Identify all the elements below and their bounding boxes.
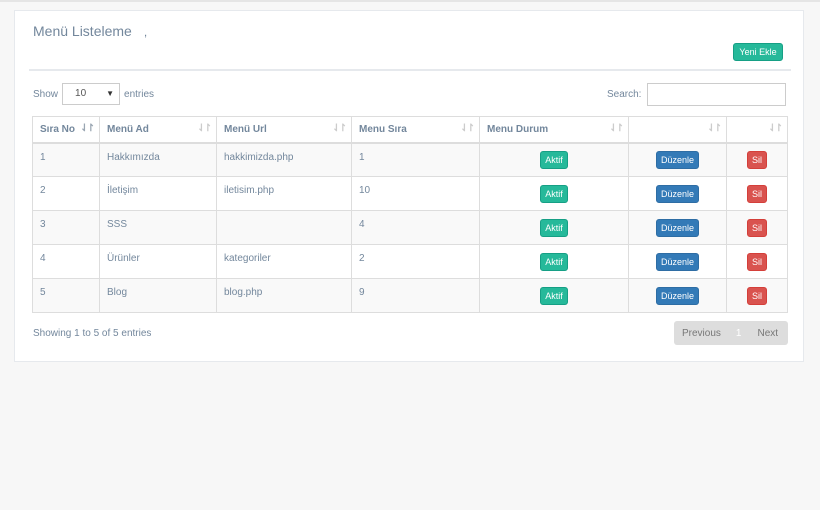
- next-page-button[interactable]: Next: [757, 328, 778, 339]
- table-row: 5 Blog blog.php 9 Aktif Düzenle Sil: [32, 278, 788, 313]
- page-number-button[interactable]: 1: [736, 328, 742, 339]
- edit-button[interactable]: Düzenle: [655, 286, 700, 305]
- pagination: Previous 1 Next: [674, 321, 788, 345]
- table-row: 2 İletişim iletisim.php 10 Aktif Düzenle…: [32, 176, 788, 211]
- table-row: 4 Ürünler kategoriler 2 Aktif Düzenle Si…: [32, 244, 788, 279]
- edit-button[interactable]: Düzenle: [655, 218, 700, 237]
- status-button[interactable]: Aktif: [540, 150, 568, 169]
- top-border: [0, 0, 820, 2]
- delete-button[interactable]: Sil: [746, 218, 767, 237]
- row-no: 1: [40, 151, 46, 163]
- sort-arrows-icon: ⇃↾: [609, 123, 624, 134]
- edit-button[interactable]: Düzenle: [655, 150, 700, 169]
- table-row: 1 Hakkımızda hakkimizda.php 1 Aktif Düze…: [32, 142, 788, 177]
- status-button[interactable]: Aktif: [540, 184, 568, 203]
- row-name: Blog: [107, 287, 128, 298]
- search-control: Search:: [607, 83, 787, 106]
- row-order: 4: [359, 219, 365, 230]
- sort-arrows-icon: ⇃↾: [768, 123, 783, 134]
- row-order: 2: [359, 253, 365, 264]
- edit-button[interactable]: Düzenle: [655, 184, 700, 203]
- table-header-row: Sıra No ⇃↾ Menü Ad ⇃↾ Menü Url ⇃↾ Menu Sıra…: [32, 116, 788, 144]
- column-header-sira-no[interactable]: Sıra No ⇃↾: [32, 116, 100, 144]
- status-button[interactable]: Aktif: [540, 252, 568, 271]
- delete-button[interactable]: Sil: [746, 286, 767, 305]
- row-no: 2: [40, 185, 46, 196]
- panel-title-suffix: ,: [143, 25, 148, 39]
- table-info: Showing 1 to 5 of 5 entries: [33, 328, 152, 339]
- row-url: iletisim.php: [224, 185, 275, 196]
- menu-list-panel: Menü Listeleme, Yeni Ekle Show 10 ▼ entr…: [14, 10, 804, 362]
- column-header-delete[interactable]: ⇃↾: [726, 116, 788, 144]
- row-url: blog.php: [224, 287, 263, 298]
- search-input[interactable]: [647, 83, 787, 106]
- menu-table: Sıra No ⇃↾ Menü Ad ⇃↾ Menü Url ⇃↾ Menu Sıra…: [32, 116, 788, 313]
- row-no: 3: [40, 219, 46, 230]
- previous-page-button[interactable]: Previous: [682, 328, 721, 339]
- column-header-menu-sira[interactable]: Menu Sıra ⇃↾: [351, 116, 480, 144]
- delete-button[interactable]: Sil: [746, 252, 767, 271]
- panel-title: Menü Listeleme,: [33, 23, 147, 39]
- row-no: 4: [40, 253, 46, 264]
- delete-button[interactable]: Sil: [746, 150, 767, 169]
- sort-asc-icon: ⇃↾: [80, 123, 95, 134]
- delete-button[interactable]: Sil: [746, 184, 767, 203]
- show-label: Show: [33, 88, 59, 100]
- table-row: 3 SSS 4 Aktif Düzenle Sil: [32, 210, 788, 245]
- row-name: İletişim: [107, 185, 139, 196]
- entries-label: entries: [124, 88, 155, 100]
- sort-arrows-icon: ⇃↾: [460, 123, 475, 134]
- column-header-menu-url[interactable]: Menü Url ⇃↾: [216, 116, 352, 144]
- page-length-control: Show 10 ▼ entries: [33, 83, 154, 105]
- column-header-menu-ad[interactable]: Menü Ad ⇃↾: [99, 116, 217, 144]
- page-size-value: 10: [75, 88, 87, 99]
- row-name: Ürünler: [107, 253, 140, 264]
- row-order: 10: [359, 185, 371, 196]
- add-new-button[interactable]: Yeni Ekle: [733, 43, 783, 61]
- panel-title-text: Menü Listeleme: [33, 23, 132, 39]
- status-button[interactable]: Aktif: [540, 286, 568, 305]
- sort-arrows-icon: ⇃↾: [332, 123, 347, 134]
- sort-arrows-icon: ⇃↾: [707, 123, 722, 134]
- column-header-edit[interactable]: ⇃↾: [628, 116, 727, 144]
- search-label: Search:: [607, 89, 642, 100]
- row-name: Hakkımızda: [107, 151, 160, 163]
- row-url: [224, 211, 344, 219]
- row-no: 5: [40, 287, 46, 298]
- row-order: 9: [359, 287, 365, 298]
- row-name: SSS: [107, 219, 128, 230]
- caret-down-icon: ▼: [106, 89, 115, 98]
- sort-arrows-icon: ⇃↾: [197, 123, 212, 134]
- page-size-select[interactable]: 10 ▼: [62, 83, 121, 105]
- row-url: hakkimizda.php: [224, 151, 294, 163]
- column-header-menu-durum[interactable]: Menu Durum ⇃↾: [479, 116, 629, 144]
- status-button[interactable]: Aktif: [540, 218, 568, 237]
- row-order: 1: [359, 151, 365, 163]
- row-url: kategoriler: [224, 253, 271, 264]
- edit-button[interactable]: Düzenle: [655, 252, 700, 271]
- divider: [29, 69, 791, 71]
